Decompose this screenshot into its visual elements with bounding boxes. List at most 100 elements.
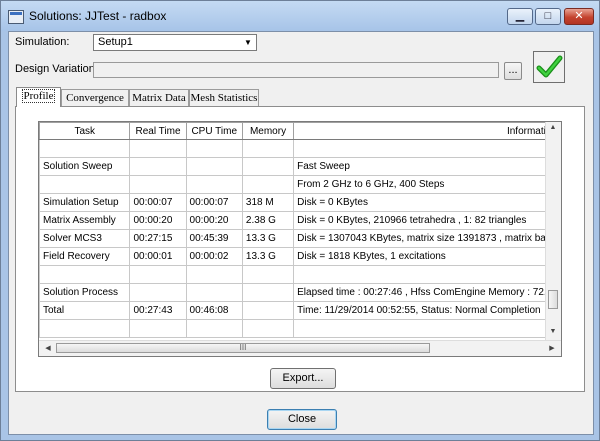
horizontal-scrollbar[interactable]: ◀ III ▶ xyxy=(39,340,561,356)
table-cell: 00:00:02 xyxy=(185,247,243,266)
table-cell xyxy=(185,319,243,338)
table-cell: 00:27:43 xyxy=(129,301,187,320)
table-row[interactable] xyxy=(39,265,561,284)
table-cell xyxy=(241,265,295,284)
table-cell xyxy=(185,139,243,158)
table-row[interactable]: Total 00:27:43 00:46:08 Time: 11/29/2014 00… xyxy=(39,301,561,320)
table-cell xyxy=(293,139,561,158)
tab-matrix-data[interactable]: Matrix Data xyxy=(129,89,189,106)
table-cell xyxy=(293,319,561,338)
table-cell: 00:00:07 xyxy=(129,193,187,212)
table-cell: Solution Sweep xyxy=(39,157,131,176)
table-cell xyxy=(185,157,243,176)
table-cell: 00:45:39 xyxy=(185,229,243,248)
table-cell xyxy=(39,265,131,284)
table-cell: Disk = 0 KBytes xyxy=(293,193,561,212)
tab-mesh-statistics[interactable]: Mesh Statistics xyxy=(189,89,259,106)
app-icon xyxy=(8,10,24,24)
table-cell xyxy=(129,265,187,284)
status-indicator xyxy=(533,51,565,83)
column-header[interactable]: CPU Time xyxy=(185,122,243,140)
table-cell: 13.3 G xyxy=(241,247,295,266)
simulation-select[interactable]: Setup1 ▼ xyxy=(93,34,257,51)
table-cell: 00:00:20 xyxy=(185,211,243,230)
dialog-body: Simulation: Setup1 ▼ Design Variation: .… xyxy=(8,31,594,435)
column-header[interactable]: Task xyxy=(39,122,131,140)
table-row[interactable]: From 2 GHz to 6 GHz, 400 Steps xyxy=(39,175,561,194)
table-cell xyxy=(241,283,295,302)
table-cell xyxy=(241,157,295,176)
table-cell: From 2 GHz to 6 GHz, 400 Steps xyxy=(293,175,561,194)
table-cell xyxy=(39,175,131,194)
tab-convergence[interactable]: Convergence xyxy=(61,89,129,106)
table-row[interactable]: Simulation Setup 00:00:07 00:00:07 318 M Dis… xyxy=(39,193,561,212)
table-row[interactable] xyxy=(39,139,561,158)
scroll-down-arrow[interactable]: ▼ xyxy=(546,328,560,335)
chevron-down-icon[interactable]: ▼ xyxy=(241,36,255,49)
table-row[interactable]: Solver MCS3 00:27:15 00:45:39 13.3 G Disk = … xyxy=(39,229,561,248)
table-cell: Disk = 1818 KBytes, 1 excitations xyxy=(293,247,561,266)
profile-table[interactable]: Task Real Time CPU Time Memory Information S… xyxy=(38,121,562,357)
table-row[interactable]: Solution Process Elapsed time : 00:27:46 … xyxy=(39,283,561,302)
table-cell xyxy=(39,139,131,158)
table-cell: Solver MCS3 xyxy=(39,229,131,248)
simulation-label: Simulation: xyxy=(15,36,70,48)
maximize-button[interactable]: □ xyxy=(535,8,561,25)
column-header[interactable]: Information xyxy=(293,122,561,140)
minimize-button[interactable]: ▁ xyxy=(507,8,533,25)
table-row[interactable]: Field Recovery 00:00:01 00:00:02 13.3 G Disk… xyxy=(39,247,561,266)
table-cell: Fast Sweep xyxy=(293,157,561,176)
vertical-scrollbar[interactable]: ▲ ▼ xyxy=(545,122,561,341)
table-cell: Elapsed time : 00:27:46 , Hfss ComEngine… xyxy=(293,283,561,302)
table-cell: Simulation Setup xyxy=(39,193,131,212)
table-cell: Matrix Assembly xyxy=(39,211,131,230)
horizontal-scroll-thumb[interactable]: III xyxy=(56,343,430,353)
profile-grid: Task Real Time CPU Time Memory Information S… xyxy=(39,122,561,338)
table-cell xyxy=(129,157,187,176)
table-cell: Field Recovery xyxy=(39,247,131,266)
table-cell: Total xyxy=(39,301,131,320)
table-cell xyxy=(293,265,561,284)
design-variation-label: Design Variation: xyxy=(15,63,98,75)
table-cell xyxy=(241,319,295,338)
table-cell: Disk = 1307043 KBytes, matrix size 13918… xyxy=(293,229,561,248)
profile-panel: Task Real Time CPU Time Memory Information S… xyxy=(15,106,585,392)
green-check-icon xyxy=(536,55,563,78)
table-cell: Time: 11/29/2014 00:52:55, Status: Norma… xyxy=(293,301,561,320)
column-header[interactable]: Real Time xyxy=(129,122,187,140)
browse-button[interactable]: ... xyxy=(504,62,522,80)
table-cell xyxy=(241,139,295,158)
title-bar[interactable]: Solutions: JJTest - radbox ▁ □ ✕ xyxy=(1,1,599,31)
table-cell xyxy=(129,283,187,302)
simulation-value: Setup1 xyxy=(98,36,133,48)
table-row[interactable]: Matrix Assembly 00:00:20 00:00:20 2.38 G Dis… xyxy=(39,211,561,230)
vertical-scroll-thumb[interactable] xyxy=(548,290,558,309)
table-cell xyxy=(185,175,243,194)
export-button[interactable]: Export... xyxy=(270,368,336,389)
tab-profile[interactable]: Profile xyxy=(16,87,61,107)
table-cell xyxy=(129,319,187,338)
table-cell: 2.38 G xyxy=(241,211,295,230)
table-cell: Solution Process xyxy=(39,283,131,302)
table-row[interactable]: Solution Sweep Fast Sweep xyxy=(39,157,561,176)
table-cell: 00:00:07 xyxy=(185,193,243,212)
scroll-right-arrow[interactable]: ▶ xyxy=(545,344,559,352)
table-cell: 00:00:20 xyxy=(129,211,187,230)
table-cell xyxy=(185,265,243,284)
table-row[interactable] xyxy=(39,319,561,338)
column-header[interactable]: Memory xyxy=(241,122,295,140)
table-cell xyxy=(129,175,187,194)
table-cell xyxy=(185,283,243,302)
table-cell: Disk = 0 KBytes, 210966 tetrahedra , 1: … xyxy=(293,211,561,230)
close-button[interactable]: Close xyxy=(267,409,337,430)
window-title: Solutions: JJTest - radbox xyxy=(29,9,167,23)
table-cell xyxy=(241,175,295,194)
close-window-button[interactable]: ✕ xyxy=(564,8,594,25)
table-cell xyxy=(39,319,131,338)
table-cell: 318 M xyxy=(241,193,295,212)
table-cell: 00:46:08 xyxy=(185,301,243,320)
scroll-left-arrow[interactable]: ◀ xyxy=(41,344,55,352)
table-cell: 00:27:15 xyxy=(129,229,187,248)
table-cell xyxy=(129,139,187,158)
scroll-up-arrow[interactable]: ▲ xyxy=(546,124,560,131)
